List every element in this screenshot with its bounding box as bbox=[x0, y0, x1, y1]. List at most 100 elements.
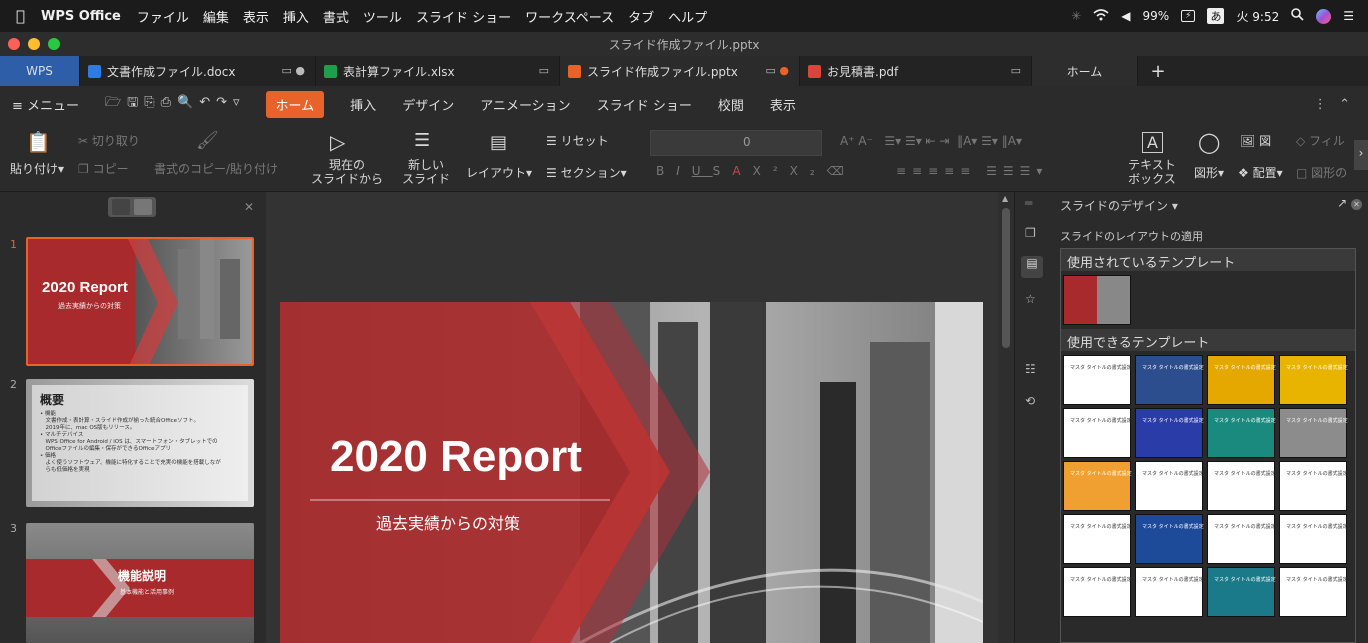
volume-icon[interactable]: ◀ bbox=[1121, 9, 1130, 23]
slide-subtitle[interactable]: 過去実績からの対策 bbox=[376, 510, 520, 534]
tab-slideshow[interactable]: スライド ショー bbox=[597, 95, 692, 114]
panel-pin-close-icons[interactable]: ↗ ✕ bbox=[1337, 196, 1362, 210]
tab-device-icon[interactable]: ▭ ● bbox=[766, 64, 790, 77]
scroll-up-icon[interactable]: ▲ bbox=[1002, 194, 1008, 203]
scroll-thumb[interactable] bbox=[1002, 208, 1010, 348]
canvas-scrollbar[interactable]: ▲ bbox=[998, 192, 1014, 643]
thumbnail-view-icon[interactable] bbox=[134, 199, 152, 215]
text-format-icons[interactable]: BIUSAX²X₂⌫ bbox=[656, 164, 856, 178]
slide-thumbnail-1[interactable]: 2020 Report 過去実績からの対策 bbox=[26, 237, 254, 366]
history-icon[interactable]: ⟲ bbox=[1025, 394, 1035, 408]
menu-insert[interactable]: 挿入 bbox=[283, 7, 309, 26]
template-thumb[interactable]: マスタ タイトルの書式設定 bbox=[1207, 355, 1276, 405]
close-panel-icon[interactable]: ✕ bbox=[244, 200, 254, 214]
clock[interactable]: 火 9:52 bbox=[1236, 8, 1279, 25]
tab-design[interactable]: デザイン bbox=[402, 95, 454, 114]
menu-workspace[interactable]: ワークスペース bbox=[525, 7, 614, 26]
tab-docx[interactable]: 文書作成ファイル.docx ▭ ● bbox=[80, 56, 316, 86]
tab-device-icon[interactable]: ▭ bbox=[1011, 64, 1021, 77]
play-from-current-icon[interactable]: ▷ bbox=[330, 130, 345, 154]
tab-pdf[interactable]: お見積書.pdf ▭ bbox=[800, 56, 1032, 86]
shape-icon[interactable]: ◯ bbox=[1198, 130, 1220, 154]
tab-xlsx[interactable]: 表計算ファイル.xlsx ▭ bbox=[316, 56, 560, 86]
paragraph-align-icons[interactable]: ≡≡≡≡≡ ☰☰☰▾ bbox=[896, 164, 1048, 178]
tab-home[interactable]: ホーム bbox=[1032, 56, 1138, 86]
bluetooth-icon[interactable]: ✳ bbox=[1071, 9, 1081, 23]
menu-tools[interactable]: ツール bbox=[363, 7, 402, 26]
template-thumb[interactable]: マスタ タイトルの書式設定 bbox=[1063, 408, 1132, 458]
menu-format[interactable]: 書式 bbox=[323, 7, 349, 26]
slide-thumbnail-2[interactable]: 概要 • 機能 文書作成・表計算・スライド作成が揃った統合Officeソフト。 … bbox=[26, 379, 254, 507]
ribbon-more-collapse-icon[interactable]: ⋮ ⌃ bbox=[1314, 97, 1350, 112]
template-thumb[interactable]: マスタ タイトルの書式設定 bbox=[1279, 567, 1348, 617]
format-copy-button[interactable]: 書式のコピー/貼り付け bbox=[154, 160, 278, 177]
new-slide-icon[interactable]: ☰ bbox=[414, 130, 430, 151]
textbox-button[interactable]: テキスト ボックス bbox=[1120, 158, 1184, 186]
main-slide[interactable]: 2020 Report 過去実績からの対策 bbox=[280, 302, 983, 643]
menu-button[interactable]: ≡ メニュー bbox=[12, 95, 79, 114]
paste-button[interactable]: 貼り付け▾ bbox=[10, 160, 64, 177]
menu-tab[interactable]: タブ bbox=[628, 7, 654, 26]
control-center-icon[interactable]: ☰ bbox=[1343, 9, 1354, 23]
layout-icon[interactable]: ▤ bbox=[490, 132, 507, 153]
tab-insert[interactable]: 挿入 bbox=[350, 95, 376, 114]
template-thumb[interactable]: マスタ タイトルの書式設定 bbox=[1135, 408, 1204, 458]
slide-thumbnail-3[interactable]: 機能説明 基本機能と活用事例 bbox=[26, 523, 254, 643]
cut-button[interactable]: ✂ 切り取り bbox=[78, 132, 140, 149]
new-tab-plus-icon[interactable]: + bbox=[1138, 56, 1178, 86]
wifi-icon[interactable] bbox=[1093, 8, 1109, 24]
template-thumb[interactable]: マスタ タイトルの書式設定 bbox=[1207, 514, 1276, 564]
template-thumb[interactable]: マスタ タイトルの書式設定 bbox=[1207, 461, 1276, 511]
format-painter-icon[interactable]: 🖌 bbox=[196, 130, 219, 151]
tab-animation[interactable]: アニメーション bbox=[480, 95, 570, 114]
shape-outline-button[interactable]: □ 図形の bbox=[1296, 164, 1347, 181]
template-thumb[interactable]: マスタ タイトルの書式設定 bbox=[1279, 461, 1348, 511]
font-size-field[interactable]: 0 bbox=[650, 130, 822, 156]
menu-edit[interactable]: 編集 bbox=[203, 7, 229, 26]
app-name-menu[interactable]: WPS Office bbox=[41, 9, 121, 24]
siri-icon[interactable] bbox=[1316, 8, 1332, 24]
reset-button[interactable]: ☰ リセット bbox=[546, 132, 609, 149]
template-thumb[interactable]: マスタ タイトルの書式設定 bbox=[1207, 408, 1276, 458]
outline-view-icon[interactable] bbox=[112, 199, 130, 215]
animation-icon[interactable]: ☆ bbox=[1025, 292, 1036, 306]
tab-view[interactable]: 表示 bbox=[770, 95, 796, 114]
picture-button[interactable]: 🖼 図 bbox=[1240, 132, 1271, 149]
menu-file[interactable]: ファイル bbox=[137, 7, 189, 26]
adjust-settings-icon[interactable]: ☷ bbox=[1025, 362, 1036, 376]
tab-wps-home[interactable]: WPS bbox=[0, 56, 80, 86]
template-thumb[interactable]: マスタ タイトルの書式設定 bbox=[1135, 567, 1204, 617]
template-thumb[interactable]: マスタ タイトルの書式設定 bbox=[1063, 514, 1132, 564]
template-thumb[interactable]: マスタ タイトルの書式設定 bbox=[1135, 514, 1204, 564]
tab-device-icon[interactable]: ▭ ● bbox=[282, 64, 306, 77]
template-thumb[interactable]: マスタ タイトルの書式設定 bbox=[1135, 461, 1204, 511]
template-thumb[interactable]: マスタ タイトルの書式設定 bbox=[1063, 567, 1132, 617]
template-thumb[interactable]: マスタ タイトルの書式設定 bbox=[1279, 514, 1348, 564]
layout-button[interactable]: レイアウト▾ bbox=[466, 164, 532, 181]
arrange-button[interactable]: ❖ 配置▾ bbox=[1238, 164, 1283, 181]
from-current-button[interactable]: 現在の スライドから bbox=[302, 158, 392, 186]
spotlight-search-icon[interactable] bbox=[1291, 8, 1304, 24]
battery-icon[interactable]: ⚡ bbox=[1181, 10, 1196, 22]
tab-pptx-active[interactable]: スライド作成ファイル.pptx ▭ ● bbox=[560, 56, 800, 86]
panel-header[interactable]: スライドのデザイン ▾ bbox=[1060, 197, 1178, 214]
panel-view-toggle[interactable] bbox=[108, 197, 156, 217]
new-slide-button[interactable]: 新しい スライド bbox=[394, 158, 458, 186]
slide-design-icon[interactable]: ▤ bbox=[1021, 256, 1043, 278]
font-size-grow-shrink-icons[interactable]: A⁺ A⁻ ☰▾ ☰▾ ⇤ ⇥ ‖A▾ ☰▾ ‖A▾ bbox=[840, 134, 1022, 148]
template-thumb[interactable]: マスタ タイトルの書式設定 bbox=[1279, 355, 1348, 405]
template-thumb[interactable]: マスタ タイトルの書式設定 bbox=[1063, 355, 1132, 405]
quick-access-icons[interactable]: 🗁🖫⎘⎙🔍↶↷▿ bbox=[105, 93, 246, 115]
menu-help[interactable]: ヘルプ bbox=[668, 7, 707, 26]
template-thumb[interactable]: マスタ タイトルの書式設定 bbox=[1063, 461, 1132, 511]
section-button[interactable]: ☰ セクション▾ bbox=[546, 164, 627, 181]
template-thumb[interactable]: マスタ タイトルの書式設定 bbox=[1279, 408, 1348, 458]
template-thumb[interactable]: マスタ タイトルの書式設定 bbox=[1207, 567, 1276, 617]
shape-button[interactable]: 図形▾ bbox=[1194, 164, 1224, 181]
used-template-thumb[interactable] bbox=[1063, 275, 1131, 325]
fill-button[interactable]: ◇ フィル bbox=[1296, 132, 1345, 149]
slide-title[interactable]: 2020 Report bbox=[330, 432, 582, 482]
menu-slideshow[interactable]: スライド ショー bbox=[416, 7, 511, 26]
ime-indicator[interactable]: あ bbox=[1207, 8, 1225, 24]
tab-review[interactable]: 校閲 bbox=[718, 95, 744, 114]
